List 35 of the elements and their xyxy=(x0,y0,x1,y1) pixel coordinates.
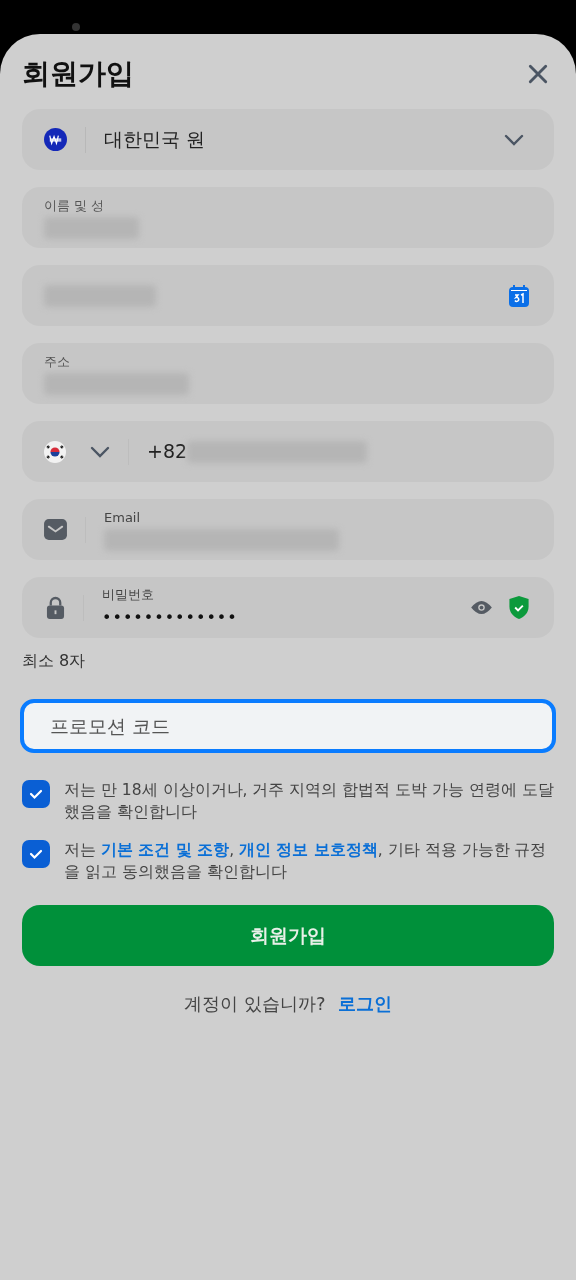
padlock-icon xyxy=(46,596,65,619)
calendar-icon[interactable] xyxy=(509,284,529,307)
currency-select[interactable]: 대한민국 원 xyxy=(22,109,554,170)
text-field[interactable]: 주소 xyxy=(22,343,554,404)
email-field[interactable]: Email xyxy=(22,499,554,560)
checkbox[interactable] xyxy=(22,780,50,808)
chevron-down-icon[interactable] xyxy=(90,445,110,458)
field-label: Email xyxy=(104,508,142,527)
field-label: 주소 xyxy=(44,352,71,371)
login-link[interactable]: 로그인 xyxy=(337,990,392,1017)
password-field[interactable]: 비밀번호 ••••••••••••• xyxy=(22,577,554,638)
policy-link[interactable]: 개인 정보 보호정책 xyxy=(239,841,378,859)
field-label: 이름 및 성 xyxy=(44,196,106,215)
close-icon[interactable] xyxy=(527,63,549,85)
checkbox[interactable] xyxy=(22,840,50,868)
policy-link[interactable]: 기본 조건 및 조항 xyxy=(100,841,230,859)
dialog-title: 회원가입 xyxy=(22,56,134,92)
won-coin-icon xyxy=(44,128,67,151)
login-prompt: 계정이 있습니까? xyxy=(184,992,326,1016)
password-value: ••••••••••••• xyxy=(102,607,239,630)
password-hint: 최소 8자 xyxy=(22,650,87,672)
envelope-icon xyxy=(44,519,67,540)
phone-code: +82 xyxy=(147,439,188,465)
consent-text: 저는 만 18세 이상이거나, 거주 지역의 합법적 도박 가능 연령에 도달했음을 확인합니다 xyxy=(64,780,554,823)
text-field[interactable]: 이름 및 성 xyxy=(22,187,554,248)
currency-value: 대한민국 원 xyxy=(104,127,207,153)
phone-field[interactable]: +82 xyxy=(22,421,554,482)
flag-icon[interactable] xyxy=(44,440,66,463)
promo-code-field[interactable]: 프로모션 코드 xyxy=(20,699,556,753)
shield-check-icon xyxy=(509,596,529,619)
chevron-down-icon xyxy=(504,133,524,146)
eye-icon[interactable] xyxy=(470,600,493,615)
field-label: 비밀번호 xyxy=(102,585,155,604)
consent-text: 저는 기본 조건 및 조항, 개인 정보 보호정책, 기타 적용 가능한 규정을 읽고 동의했음을 확인합니다 xyxy=(64,840,548,883)
signup-button[interactable]: 회원가입 xyxy=(22,905,554,966)
